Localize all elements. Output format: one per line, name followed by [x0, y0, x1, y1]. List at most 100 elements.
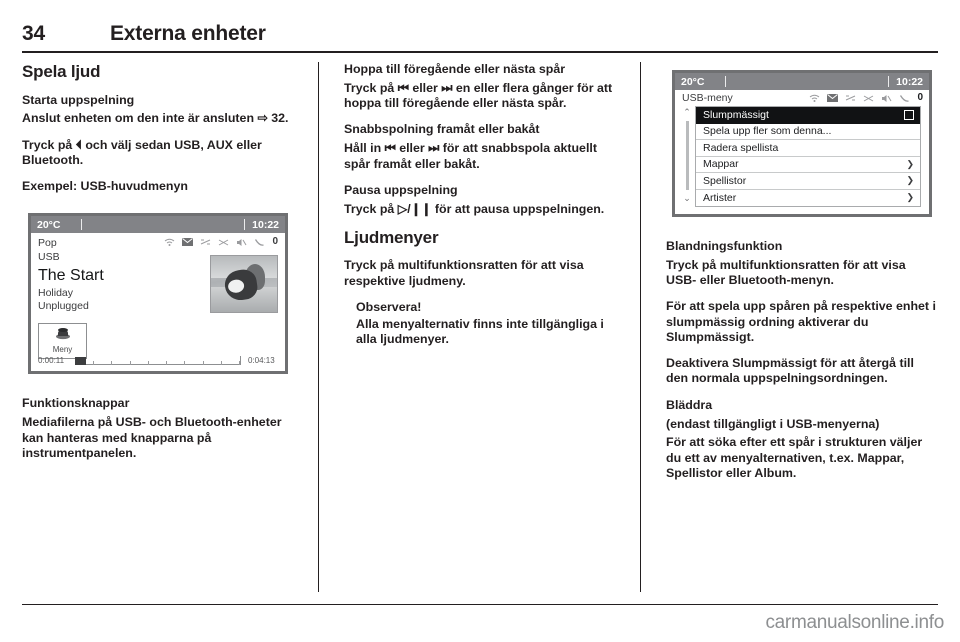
- content-columns: Spela ljud Starta uppspelning Anslut enh…: [22, 62, 938, 592]
- chevron-right-icon: ❯: [906, 192, 914, 203]
- mute-icon: [881, 94, 892, 103]
- scroll-thumb[interactable]: [685, 121, 689, 190]
- shuffle-icon: [863, 94, 874, 103]
- paragraph-mediafilerna: Mediafilerna på USB- och Bluetooth-enhet…: [22, 415, 282, 460]
- player-temperature: 20°C: [37, 218, 61, 231]
- total-time: 0:04:13: [248, 356, 275, 366]
- checkbox-icon[interactable]: [904, 110, 914, 121]
- player-status-icons: 0: [164, 237, 278, 247]
- menu-main: ⌃ ⌄ Slumpmässigt Spela upp fler som denn…: [675, 106, 929, 207]
- album-art: [210, 255, 278, 314]
- player-clock: 10:22: [252, 218, 279, 231]
- column-divider-one: [318, 62, 319, 592]
- subheading-hoppa-till-spar: Hoppa till föregående eller nästa spår: [344, 62, 566, 76]
- menu-item-spellistor[interactable]: Spellistor ❯: [696, 173, 920, 190]
- menu-item-radera-spellista[interactable]: Radera spellista: [696, 140, 920, 157]
- paragraph-slumpmassig-ordning: För att spela upp spåren på respektive e…: [666, 299, 936, 344]
- subheading-funktionsknappar: Funktionsknappar: [22, 396, 130, 411]
- subheading-starta-uppspelning: Starta uppspelning: [22, 92, 135, 107]
- player-body: Pop USB The Start Holiday Unplugged 0 Me…: [31, 233, 285, 371]
- menu-item-artister[interactable]: Artister ❯: [696, 190, 920, 207]
- page-number: 34: [22, 22, 45, 45]
- menu-title: USB-meny: [682, 92, 733, 104]
- infotainment-player-display: 20°C 10:22 Pop USB The Start Holiday Unp…: [28, 213, 288, 375]
- column-one: Spela ljud Starta uppspelning Anslut enh…: [22, 62, 294, 592]
- menu-header-row: USB-meny 0: [675, 90, 929, 106]
- envelope-icon: [182, 238, 194, 247]
- menu-item-spela-upp-fler[interactable]: Spela upp fler som denna...: [696, 124, 920, 140]
- figure-caption-usb-huvudmeny: Exempel: USB-huvudmenyn: [22, 179, 188, 194]
- paragraph-pausa: Tryck på ▷/❙❙ för att pausa uppspelninge…: [344, 201, 605, 216]
- subheading-blaeddra: Bläddra: [666, 397, 713, 412]
- subheading-snabbspolning: Snabbspolning framåt eller bakåt: [344, 122, 540, 137]
- mute-icon: [236, 238, 247, 247]
- menu-item-label: Slumpmässigt: [703, 109, 769, 122]
- section-heading-spela-ljud: Spela ljud: [22, 62, 101, 81]
- player-album: Holiday: [38, 286, 74, 299]
- player-progress: 0:00:11 0:04:13: [38, 356, 278, 366]
- subheading-pausa-uppspelning: Pausa uppspelning: [344, 182, 458, 197]
- infotainment-menu-display: 20°C 10:22 USB-meny 0 ⌃ ⌄ Slumpmässigt S…: [672, 70, 932, 217]
- battery-icon: 0: [272, 236, 278, 248]
- column-gap-one: [294, 62, 344, 592]
- status-divider-right: [244, 219, 246, 231]
- menu-body: USB-meny 0 ⌃ ⌄ Slumpmässigt Spela upp fl…: [675, 90, 929, 214]
- paragraph-tryck-pa-valj: Tryck på ⏴ och välj sedan USB, AUX eller…: [22, 137, 262, 167]
- paragraph-hoppa-spar: Tryck på ⏮ eller ⏭ en eller flera gånger…: [344, 80, 613, 111]
- page-title: Externa enheter: [110, 22, 266, 45]
- note-text: Alla menyalternativ finns inte tillgängl…: [356, 316, 604, 347]
- page-header: 34 Externa enheter: [22, 22, 938, 53]
- note-block: Observera! Alla menyalternativ finns int…: [356, 300, 616, 347]
- paragraph-anslut-enheten: Anslut enheten om den inte är ansluten ⇨…: [22, 111, 289, 126]
- menu-status-divider: [725, 76, 726, 87]
- menu-item-label: Mappar: [703, 158, 739, 171]
- menu-item-mappar[interactable]: Mappar ❯: [696, 157, 920, 173]
- menu-clock: 10:22: [896, 75, 923, 88]
- player-status-bar: 20°C 10:22: [31, 216, 285, 234]
- menu-item-slumpmassigt[interactable]: Slumpmässigt: [696, 107, 920, 124]
- elapsed-time: 0:00:11: [38, 356, 65, 366]
- subheading-blandningsfunktion: Blandningsfunktion: [666, 239, 783, 253]
- column-gap-two: [616, 62, 666, 592]
- progress-track[interactable]: [75, 356, 241, 366]
- knob-icon: [55, 327, 71, 345]
- wifi-icon: [164, 238, 175, 247]
- meny-button-label: Meny: [52, 345, 73, 355]
- player-track-title: The Start: [38, 266, 104, 284]
- figure-player-screen: 20°C 10:22 Pop USB The Start Holiday Unp…: [22, 205, 294, 383]
- menu-status-bar: 20°C 10:22: [675, 73, 929, 90]
- progress-fill: [75, 357, 86, 366]
- phone-icon: [254, 238, 265, 247]
- chevron-right-icon: ❯: [906, 175, 914, 186]
- column-two: Hoppa till föregående eller nästa spår T…: [344, 62, 616, 592]
- player-source: USB: [38, 251, 60, 264]
- menu-item-label: Spela upp fler som denna...: [703, 125, 832, 138]
- header-divider: [22, 51, 938, 53]
- paragraph-multifunktionsratten: Tryck på multifunktionsratten för att vi…: [344, 258, 584, 288]
- paragraph-soka-efter-spar: För att söka efter ett spår i strukturen…: [666, 435, 923, 480]
- menu-list: Slumpmässigt Spela upp fler som denna...…: [695, 106, 921, 207]
- figure-usb-menu-screen: 20°C 10:22 USB-meny 0 ⌃ ⌄ Slumpmässigt S…: [666, 62, 938, 225]
- column-three: 20°C 10:22 USB-meny 0 ⌃ ⌄ Slumpmässigt S…: [666, 62, 938, 592]
- paragraph-snabbspolning: Håll in ⏮ eller ⏭ för att snabbspola akt…: [344, 141, 597, 171]
- menu-status-divider-right: [888, 76, 890, 87]
- phone-icon: [899, 94, 910, 103]
- page-footer: carmanualsonline.info: [0, 604, 960, 642]
- battery-icon: 0: [917, 92, 923, 103]
- note-title: Observera!: [356, 299, 422, 314]
- repeat-off-icon: [845, 94, 856, 103]
- subheading-blaeddra-note: (endast tillgängligt i USB-menyerna): [666, 416, 880, 431]
- menu-scrollbar[interactable]: ⌃ ⌄: [679, 106, 695, 207]
- site-watermark: carmanualsonline.info: [765, 612, 944, 633]
- chevron-right-icon: ❯: [906, 158, 914, 169]
- scroll-down-icon[interactable]: ⌄: [683, 193, 691, 204]
- status-divider: [81, 219, 82, 231]
- meny-button[interactable]: Meny: [38, 322, 87, 359]
- menu-status-icons: 0: [809, 93, 923, 103]
- player-artist: Unplugged: [38, 300, 89, 313]
- scroll-up-icon[interactable]: ⌃: [683, 107, 691, 118]
- menu-item-label: Spellistor: [703, 174, 747, 187]
- player-metadata: Pop USB The Start Holiday Unplugged: [38, 237, 164, 314]
- manual-page: 34 Externa enheter Spela ljud Starta upp…: [0, 0, 960, 642]
- menu-temperature: 20°C: [681, 75, 705, 88]
